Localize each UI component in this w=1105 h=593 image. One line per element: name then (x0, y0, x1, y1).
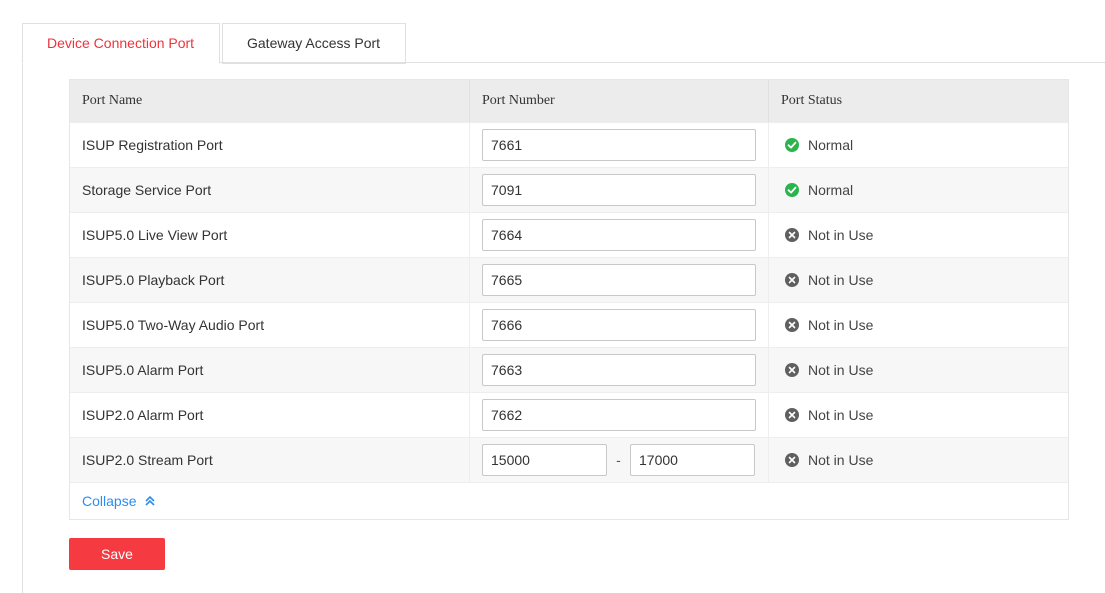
port-number-cell (470, 393, 769, 437)
port-range-end-input[interactable] (630, 444, 755, 476)
table-header: Port Name Port Number Port Status (70, 80, 1068, 122)
status-label: Not in Use (808, 227, 874, 243)
table-row: ISUP5.0 Two-Way Audio Port Not in Use (70, 302, 1068, 347)
port-name-cell: ISUP5.0 Live View Port (70, 213, 470, 257)
table-row: ISUP2.0 Stream Port - Not in Use (70, 437, 1068, 482)
port-number-cell (470, 303, 769, 347)
x-circle-icon (785, 273, 799, 287)
port-settings-page: Device Connection Port Gateway Access Po… (0, 0, 1105, 593)
double-chevron-up-icon (145, 495, 156, 506)
status-label: Not in Use (808, 407, 874, 423)
x-circle-icon (785, 228, 799, 242)
port-number-input[interactable] (482, 219, 756, 251)
port-number-input[interactable] (482, 264, 756, 296)
check-circle-icon (785, 138, 799, 152)
port-range-start-input[interactable] (482, 444, 607, 476)
status-label: Not in Use (808, 272, 874, 288)
x-circle-icon (785, 318, 799, 332)
port-number-input[interactable] (482, 399, 756, 431)
port-status-cell: Not in Use (769, 303, 1068, 347)
port-name-cell: ISUP5.0 Two-Way Audio Port (70, 303, 470, 347)
header-port-name: Port Name (70, 80, 470, 122)
port-name-cell: Storage Service Port (70, 168, 470, 212)
save-button[interactable]: Save (69, 538, 165, 570)
table-row: ISUP5.0 Playback Port Not in Use (70, 257, 1068, 302)
x-circle-icon (785, 408, 799, 422)
table-row: ISUP5.0 Live View Port Not in Use (70, 212, 1068, 257)
status-badge: Not in Use (781, 362, 873, 378)
port-status-cell: Not in Use (769, 393, 1068, 437)
port-name-cell: ISUP2.0 Stream Port (70, 438, 470, 482)
collapse-label: Collapse (82, 493, 137, 509)
port-status-cell: Not in Use (769, 348, 1068, 392)
header-port-status: Port Status (781, 93, 843, 108)
port-number-cell (470, 168, 769, 212)
table-row: Storage Service Port Normal (70, 167, 1068, 212)
port-name-cell: ISUP5.0 Alarm Port (70, 348, 470, 392)
status-label: Not in Use (808, 452, 874, 468)
x-circle-icon (785, 453, 799, 467)
port-status-cell: Not in Use (769, 258, 1068, 302)
status-label: Normal (808, 137, 854, 153)
port-status-cell: Not in Use (769, 213, 1068, 257)
port-name-cell: ISUP2.0 Alarm Port (70, 393, 470, 437)
table-row: ISUP5.0 Alarm Port Not in Use (70, 347, 1068, 392)
port-number-input[interactable] (482, 309, 756, 341)
port-number-cell (470, 213, 769, 257)
check-circle-icon (785, 183, 799, 197)
collapse-link[interactable]: Collapse (70, 482, 1068, 519)
table-row: ISUP2.0 Alarm Port Not in Use (70, 392, 1068, 437)
status-badge: Not in Use (781, 227, 873, 243)
port-number-input[interactable] (482, 354, 756, 386)
status-badge: Not in Use (781, 272, 873, 288)
port-number-input[interactable] (482, 174, 756, 206)
status-label: Not in Use (808, 317, 874, 333)
port-name-cell: ISUP5.0 Playback Port (70, 258, 470, 302)
header-port-number: Port Number (470, 80, 769, 122)
status-badge: Normal (781, 137, 853, 153)
port-number-cell: - (470, 438, 769, 482)
table-body: ISUP Registration PortNormalStorage Serv… (70, 122, 1068, 482)
port-table: Port Name Port Number Port Status ISUP R… (69, 79, 1069, 520)
port-number-cell (470, 123, 769, 167)
status-badge: Normal (781, 182, 853, 198)
status-label: Normal (808, 182, 854, 198)
port-number-cell (470, 258, 769, 302)
panel-left-border (22, 62, 23, 593)
port-number-input[interactable] (482, 129, 756, 161)
range-separator: - (616, 452, 621, 468)
x-circle-icon (785, 363, 799, 377)
status-badge: Not in Use (781, 452, 873, 468)
table-row: ISUP Registration Port Normal (70, 122, 1068, 167)
port-status-cell: Normal (769, 168, 1068, 212)
tab-gateway-access-port[interactable]: Gateway Access Port (222, 23, 406, 64)
port-name-cell: ISUP Registration Port (70, 123, 470, 167)
port-status-cell: Normal (769, 123, 1068, 167)
status-badge: Not in Use (781, 317, 873, 333)
tab-bar: Device Connection Port Gateway Access Po… (22, 23, 406, 64)
tab-device-connection-port[interactable]: Device Connection Port (22, 23, 220, 64)
port-number-cell (470, 348, 769, 392)
port-status-cell: Not in Use (769, 438, 1068, 482)
status-label: Not in Use (808, 362, 874, 378)
status-badge: Not in Use (781, 407, 873, 423)
